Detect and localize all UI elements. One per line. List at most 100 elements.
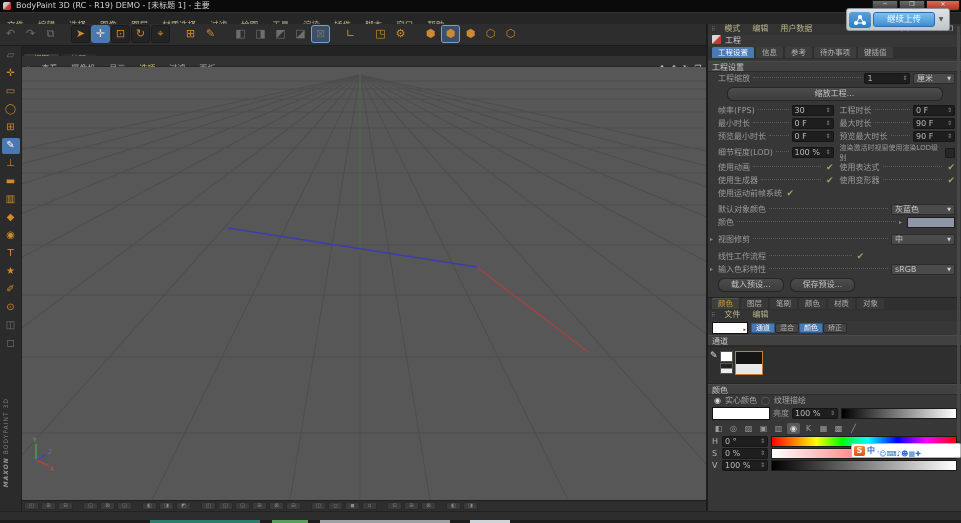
duration-field[interactable]: 0 F⇕	[913, 105, 955, 116]
lasso-select-icon[interactable]: ◯	[2, 102, 20, 118]
eraser-icon[interactable]: ▬	[2, 174, 20, 190]
foreground-color-swatch[interactable]: ▸	[712, 322, 748, 334]
color-panel-tab[interactable]: 笔刷	[770, 298, 797, 309]
color-panel-menu-item[interactable]: 编辑	[746, 310, 774, 320]
kinematic-icon[interactable]: ⊟	[286, 502, 301, 510]
attribute-tab[interactable]: 待办事项	[814, 47, 856, 58]
redo-icon[interactable]: ↷	[21, 25, 40, 43]
value-field[interactable]: 100 %⇕	[722, 460, 768, 471]
color-mode-button[interactable]: 颜色	[799, 323, 823, 333]
viewport-canvas[interactable]: Y X Z	[22, 67, 706, 500]
gradient-icon[interactable]: ▥	[2, 192, 20, 208]
fps-field[interactable]: 30⇕	[792, 105, 834, 116]
color-panel-tab[interactable]: 图层	[741, 298, 768, 309]
modeling-axis-icon[interactable]: ∟	[341, 25, 360, 43]
isolate-icon[interactable]: ◻	[328, 502, 343, 510]
crop-tool-icon[interactable]: ◻	[2, 336, 20, 352]
attribute-menu-item[interactable]: 编辑	[746, 24, 774, 34]
value-slider[interactable]	[771, 460, 957, 471]
paint-objects-icon[interactable]: ⬢	[461, 25, 480, 43]
use-deformers-checkbox[interactable]: ✔	[947, 176, 955, 186]
channel-layer-list[interactable]: ✎	[708, 346, 961, 384]
color-panel-tab[interactable]: 对象	[857, 298, 884, 309]
color-panel-tab[interactable]: 颜色	[799, 298, 826, 309]
emoji-icon[interactable]: ☺	[879, 450, 886, 458]
uv-tool-icon[interactable]: ▱	[2, 48, 20, 64]
mirror-icon[interactable]: ⊞	[404, 502, 419, 510]
polygon-mode-icon[interactable]: ◩	[271, 25, 290, 43]
scale-field[interactable]: 1⇕	[864, 73, 910, 84]
magnify-icon[interactable]: ⊙	[2, 300, 20, 316]
load-preset-button[interactable]: 载入预设...	[718, 278, 784, 292]
shape-tool-icon[interactable]: ★	[2, 264, 20, 280]
section-header[interactable]: 工程设置	[708, 61, 961, 72]
eyedropper-icon[interactable]: ╱	[847, 423, 860, 434]
color-mode-button[interactable]: 通道	[751, 323, 775, 333]
render-view-icon[interactable]: ◳	[371, 25, 390, 43]
paint-setup-wizard-icon[interactable]: ⬢	[441, 25, 460, 43]
coordinate-system-icon[interactable]: ⊞	[181, 25, 200, 43]
active-layer-thumb[interactable]	[735, 351, 763, 375]
use-expressions-checkbox[interactable]: ✔	[947, 163, 955, 173]
scale-icon[interactable]: ⊡	[111, 25, 130, 43]
paint-textures-icon[interactable]: ⬡	[501, 25, 520, 43]
hsv-slider-icon[interactable]: ◉	[787, 423, 800, 434]
attribute-tab[interactable]: 工程设置	[712, 47, 754, 58]
move-icon[interactable]: ✛	[91, 25, 110, 43]
fill-bucket-icon[interactable]: ◆	[2, 210, 20, 226]
live-selection-icon[interactable]: ➤	[71, 25, 90, 43]
swatches-icon[interactable]: ▩	[832, 423, 845, 434]
sogou-logo-icon[interactable]: S	[854, 446, 865, 456]
input-mode-indicator[interactable]: 中	[867, 445, 875, 456]
min-time-field[interactable]: 0 F⇕	[792, 118, 834, 129]
tweak-icon[interactable]: ◰	[24, 502, 39, 510]
viewport-solo-icon[interactable]: ◫	[311, 502, 326, 510]
object-mode-icon[interactable]: ◨	[159, 502, 174, 510]
snap-icon[interactable]: ⊞	[41, 502, 56, 510]
edge-mode-icon[interactable]: ◨	[251, 25, 270, 43]
lock-x-icon[interactable]: ◱	[83, 502, 98, 510]
select-move-icon[interactable]: ✛	[2, 66, 20, 82]
attribute-tab[interactable]: 键插值	[858, 47, 893, 58]
keyboard-icon[interactable]: ⌨	[887, 450, 897, 458]
point-edit-icon[interactable]: ◰	[201, 502, 216, 510]
expand-arrow-icon[interactable]: ▸	[710, 236, 718, 243]
brightness-slider[interactable]	[841, 408, 957, 419]
uv-polygon-mode-icon[interactable]: ◪	[291, 25, 310, 43]
continue-upload-button[interactable]: 继续上传	[873, 12, 935, 27]
workplane-icon[interactable]: ⊟	[58, 502, 73, 510]
lock-y-icon[interactable]: ⊠	[100, 502, 115, 510]
enable-snap-icon[interactable]: ◼	[345, 502, 360, 510]
mixer-icon[interactable]: ▦	[817, 423, 830, 434]
undo-icon[interactable]: ↶	[1, 25, 20, 43]
color-mode-button[interactable]: 混合	[775, 323, 799, 333]
max-time-field[interactable]: 90 F⇕	[913, 118, 955, 129]
projection-paint-icon[interactable]: ⬢	[421, 25, 440, 43]
spectrum-icon[interactable]: ▨	[742, 423, 755, 434]
history-icon[interactable]: ⧉	[41, 25, 60, 43]
color-swatch[interactable]	[907, 217, 955, 228]
input-profile-dropdown[interactable]: sRGB▼	[891, 264, 955, 275]
point-mode-icon[interactable]: ◧	[231, 25, 250, 43]
color-panel-menu-item[interactable]: 文件	[718, 310, 746, 320]
expand-arrow-icon[interactable]: ▸	[710, 266, 718, 273]
color-panel-tab[interactable]: 颜色	[712, 298, 739, 309]
default-color-dropdown[interactable]: 灰蓝色▼	[891, 204, 955, 215]
use-generators-checkbox[interactable]: ✔	[826, 176, 834, 186]
paint-mask-icon[interactable]: ◧	[446, 502, 461, 510]
image-picker-icon[interactable]: ▣	[757, 423, 770, 434]
uv-edit-icon[interactable]: ⊠	[269, 502, 284, 510]
text-tool-icon[interactable]: T	[2, 246, 20, 262]
paint-brush-icon[interactable]: ✎	[2, 138, 20, 154]
texture-paint-radio[interactable]: ◯	[761, 396, 770, 405]
render-lod-checkbox[interactable]	[945, 148, 955, 158]
panel-scrollbar[interactable]	[957, 26, 960, 441]
color-panel-tab[interactable]: 材质	[828, 298, 855, 309]
animation-mode-icon[interactable]: ◩	[176, 502, 191, 510]
edge-edit-icon[interactable]: ◱	[218, 502, 233, 510]
grid-icon[interactable]: ✚	[915, 450, 921, 458]
lock-z-icon[interactable]: ◲	[117, 502, 132, 510]
view-clipping-dropdown[interactable]: 中▼	[891, 234, 955, 245]
attribute-tab[interactable]: 参考	[785, 47, 812, 58]
color-wheel-icon[interactable]: ◎	[727, 423, 740, 434]
